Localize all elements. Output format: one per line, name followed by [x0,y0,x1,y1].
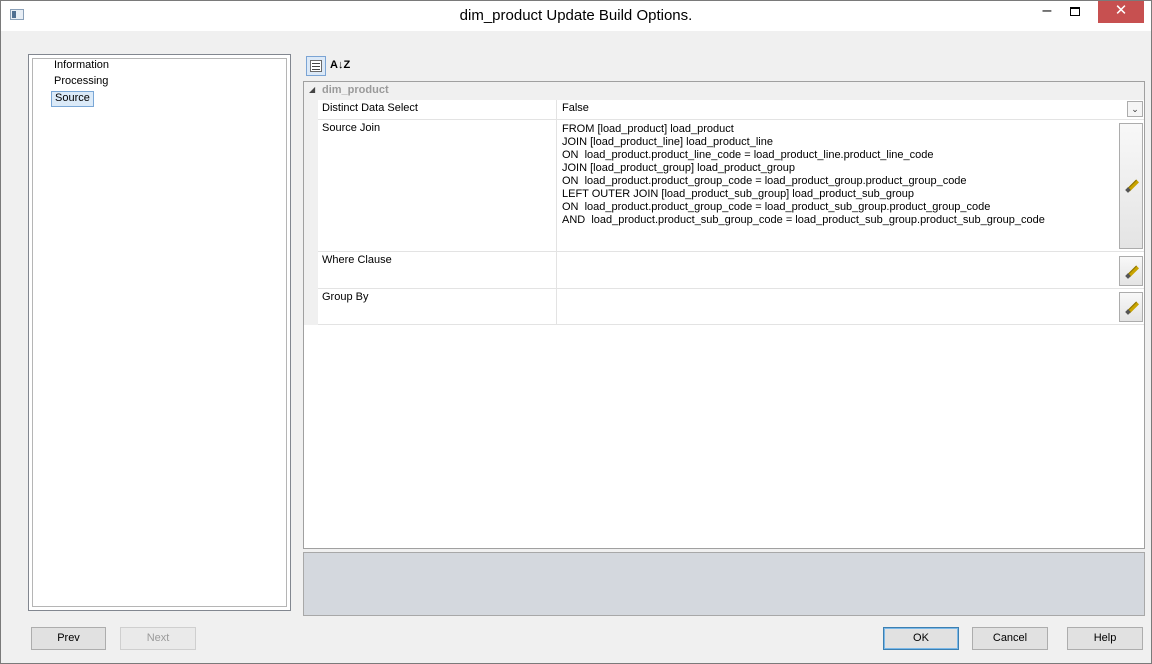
property-grid[interactable]: ◢ dim_product Distinct Data Select False… [303,81,1145,549]
categorized-view-button[interactable] [306,56,326,76]
column-divider[interactable] [556,100,557,119]
nav-item-source[interactable]: Source [51,91,94,107]
minimize-button[interactable]: – [1033,1,1061,23]
property-row-distinct[interactable]: Distinct Data Select False ⌄ [318,100,1144,120]
next-button[interactable]: Next [120,627,196,650]
maximize-icon [1070,7,1080,16]
property-value[interactable]: FROM [load_product] load_product JOIN [l… [562,123,1045,227]
close-button[interactable]: ✕ [1098,1,1144,23]
page-nav-inner [32,58,287,607]
page-nav-list[interactable]: Information Processing Source [28,54,291,611]
property-row-where-clause[interactable]: Where Clause [318,252,1144,289]
prev-button[interactable]: Prev [31,627,106,650]
collapse-arrow-icon[interactable]: ◢ [309,85,315,94]
pencil-edit-icon [1126,302,1138,314]
categorized-view-icon [310,60,322,72]
nav-item-information[interactable]: Information [51,58,112,74]
pencil-edit-icon [1126,266,1138,278]
title-bar[interactable]: dim_product Update Build Options. – ✕ [1,1,1151,31]
edit-button[interactable] [1119,123,1143,249]
column-divider[interactable] [556,252,557,288]
property-row-source-join[interactable]: Source Join FROM [load_product] load_pro… [318,120,1144,252]
grid-margin [304,82,318,325]
property-value[interactable]: False [562,102,589,115]
edit-button[interactable] [1119,292,1143,322]
sort-alphabetical-button[interactable]: A↓Z [330,56,350,76]
nav-item-processing[interactable]: Processing [51,74,111,90]
property-name: Where Clause [322,254,392,266]
dropdown-button[interactable]: ⌄ [1127,101,1143,117]
edit-button[interactable] [1119,256,1143,286]
maximize-button[interactable] [1061,1,1089,23]
ok-button[interactable]: OK [883,627,959,650]
property-name: Group By [322,291,369,303]
cancel-button[interactable]: Cancel [972,627,1048,650]
pencil-edit-icon [1126,180,1138,192]
property-row-group-by[interactable]: Group By [318,289,1144,325]
column-divider[interactable] [556,289,557,324]
chevron-down-icon: ⌄ [1131,104,1139,114]
column-divider[interactable] [556,120,557,251]
category-label: dim_product [322,84,389,96]
window-title: dim_product Update Build Options. [459,7,693,24]
help-button[interactable]: Help [1067,627,1143,650]
category-row[interactable]: ◢ dim_product [304,82,1144,100]
dialog-window: dim_product Update Build Options. – ✕ In… [0,0,1152,664]
property-name: Distinct Data Select [322,102,418,114]
description-panel [303,552,1145,616]
property-name: Source Join [322,122,381,134]
